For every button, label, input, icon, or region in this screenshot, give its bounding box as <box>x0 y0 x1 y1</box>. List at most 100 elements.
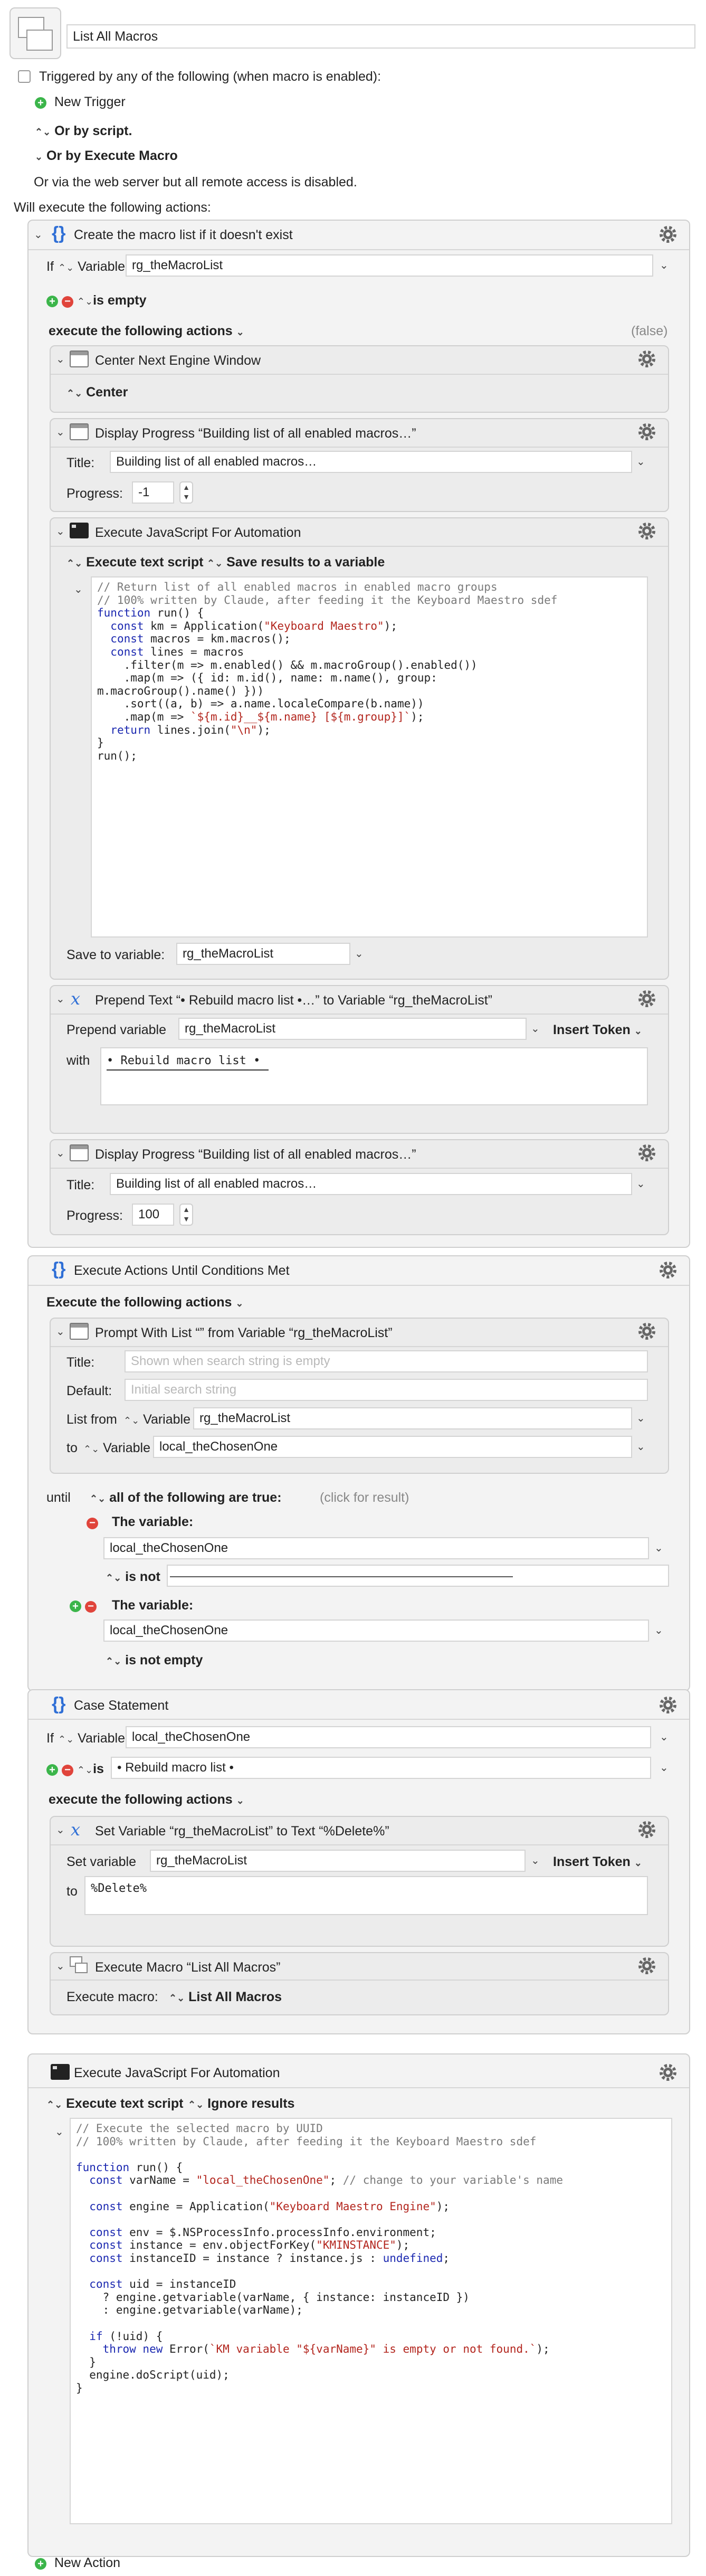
variable-type-popup[interactable]: ⌃⌄ Variable <box>58 259 125 276</box>
list-from-variable-field[interactable]: rg_theMacroList <box>193 1407 632 1429</box>
disclosure-chevron-icon[interactable]: ⌄ <box>56 1325 65 1338</box>
click-for-result[interactable]: (click for result) <box>320 1490 409 1505</box>
save-to-variable-field[interactable]: rg_theMacroList <box>176 943 350 965</box>
progress-field[interactable]: 100 <box>132 1204 174 1226</box>
progress-field[interactable]: -1 <box>132 481 174 504</box>
window-icon <box>70 351 89 367</box>
chevron-down-icon[interactable]: ⌄ <box>660 259 669 272</box>
condition-value-field[interactable] <box>167 1565 669 1587</box>
chevron-down-icon[interactable]: ⌄ <box>531 1854 540 1867</box>
insert-token-button[interactable]: Insert Token ⌄ <box>553 1854 642 1871</box>
gear-icon[interactable] <box>657 1694 679 1716</box>
chevron-down-icon[interactable]: ⌄ <box>636 1440 645 1453</box>
plus-icon[interactable]: + <box>46 1764 58 1776</box>
javascript-code-editor[interactable]: // Execute the selected macro by UUID //… <box>70 2118 672 2524</box>
condition-row[interactable]: + − ⌃⌄is empty <box>46 292 147 309</box>
or-by-execute-macro[interactable]: ⌄ Or by Execute Macro <box>35 148 178 165</box>
chevron-down-icon[interactable]: ⌄ <box>636 1412 645 1425</box>
plus-icon[interactable]: + <box>46 296 58 307</box>
case-variable-field[interactable]: local_theChosenOne <box>126 1726 651 1748</box>
ignore-results-popup[interactable]: ⌃⌄ Ignore results <box>188 2096 294 2113</box>
new-trigger-button[interactable]: + New Trigger <box>35 94 126 110</box>
gear-icon[interactable] <box>636 1955 657 1976</box>
disclosure-chevron-icon[interactable]: ⌄ <box>56 1823 65 1836</box>
case-value-field[interactable]: • Rebuild macro list • <box>111 1757 651 1779</box>
progress-title-field[interactable]: Building list of all enabled macros… <box>110 451 632 473</box>
gear-icon[interactable] <box>636 1819 657 1840</box>
save-results-popup[interactable]: ⌃⌄ Save results to a variable <box>207 554 385 571</box>
chevron-down-icon[interactable]: ⌄ <box>531 1022 540 1035</box>
condition-op-popup[interactable]: ⌃⌄ is not <box>106 1569 160 1586</box>
disclosure-chevron-icon[interactable]: ⌄ <box>74 583 83 596</box>
set-variable-text-field[interactable]: %Delete% <box>84 1876 648 1915</box>
gear-icon[interactable] <box>636 1142 657 1163</box>
minus-icon[interactable]: − <box>84 1601 97 1613</box>
disclosure-chevron-icon[interactable]: ⌄ <box>56 1959 65 1973</box>
disclosure-chevron-icon[interactable]: ⌄ <box>56 1147 65 1160</box>
prompt-default-placeholder: Initial search string <box>131 1382 237 1397</box>
gear-icon[interactable] <box>636 421 657 442</box>
progress-title-field[interactable]: Building list of all enabled macros… <box>110 1173 632 1195</box>
with-text-field[interactable]: • Rebuild macro list • <box>100 1047 648 1105</box>
chevron-down-icon[interactable]: ⌄ <box>636 1177 645 1190</box>
insert-token-button[interactable]: Insert Token ⌄ <box>553 1022 642 1039</box>
variable-type-popup[interactable]: ⌃⌄ Variable <box>123 1412 190 1428</box>
disclosure-chevron-icon[interactable]: ⌄ <box>56 992 65 1006</box>
macro-name-field[interactable]: List All Macros <box>66 24 695 49</box>
stepper-icon[interactable]: ▲ ▼ <box>179 1204 193 1226</box>
condition-variable-field[interactable]: local_theChosenOne <box>103 1620 649 1642</box>
new-action-button[interactable]: + New Action <box>35 2555 120 2571</box>
minus-icon[interactable]: − <box>61 296 73 308</box>
chevron-down-icon[interactable]: ⌄ <box>636 455 645 468</box>
condition-remove[interactable]: − <box>87 1514 98 1530</box>
curly-braces-icon: {} <box>52 1259 66 1279</box>
disclosure-chevron-icon[interactable]: ⌄ <box>34 228 43 241</box>
gear-icon[interactable] <box>657 224 679 245</box>
execute-text-script-popup[interactable]: ⌃⌄ Execute text script <box>46 2096 183 2113</box>
minus-icon[interactable]: − <box>61 1765 73 1776</box>
if-label: If <box>46 259 54 274</box>
disclosure-chevron-icon[interactable]: ⌄ <box>56 525 65 538</box>
trigger-checkbox[interactable] <box>18 70 31 83</box>
case-condition-row[interactable]: + − ⌃⌄is <box>46 1761 104 1778</box>
title-label: Title: <box>66 456 95 470</box>
prepend-variable-field[interactable]: rg_theMacroList <box>178 1018 527 1040</box>
stepper-icon[interactable]: ▲ ▼ <box>179 481 193 504</box>
variable-field[interactable]: rg_theMacroList <box>126 254 653 277</box>
gear-icon[interactable] <box>636 348 657 370</box>
macro-icon[interactable] <box>9 7 61 59</box>
disclosure-chevron-icon[interactable]: ⌄ <box>56 353 65 366</box>
chevron-down-icon[interactable]: ⌄ <box>654 1624 663 1637</box>
gear-icon[interactable] <box>657 1259 679 1281</box>
javascript-code-editor[interactable]: // Return list of all enabled macros in … <box>91 576 648 937</box>
minus-icon[interactable]: − <box>87 1518 98 1529</box>
disclosure-chevron-icon[interactable]: ⌄ <box>56 425 65 439</box>
gear-icon[interactable] <box>636 988 657 1009</box>
center-option-popup[interactable]: ⌃⌄ Center <box>66 384 128 401</box>
condition-op-popup[interactable]: ⌃⌄ is not empty <box>106 1652 203 1669</box>
condition-add-remove[interactable]: + − <box>70 1597 97 1613</box>
to-variable-field[interactable]: local_theChosenOne <box>153 1436 632 1458</box>
all-following-popup[interactable]: ⌃⌄ all of the following are true: <box>90 1490 282 1507</box>
chevron-down-icon[interactable]: ⌄ <box>660 1730 669 1744</box>
disclosure-chevron-icon[interactable]: ⌄ <box>55 2125 64 2138</box>
execute-actions-label: execute the following actions ⌄ <box>49 1792 244 1807</box>
chevron-down-icon[interactable]: ⌄ <box>660 1761 669 1774</box>
gear-icon[interactable] <box>657 2062 679 2083</box>
execute-macro-popup[interactable]: ⌃⌄ List All Macros <box>169 1989 282 2006</box>
execute-text-script-popup[interactable]: ⌃⌄ Execute text script <box>66 554 203 571</box>
chevron-down-icon[interactable]: ⌄ <box>654 1541 663 1555</box>
terminal-icon <box>51 2064 70 2080</box>
gear-icon[interactable] <box>636 1321 657 1342</box>
prompt-title-field[interactable]: Shown when search string is empty <box>125 1350 648 1372</box>
set-variable-field[interactable]: rg_theMacroList <box>150 1850 526 1872</box>
gear-icon[interactable] <box>636 520 657 542</box>
variable-type-popup[interactable]: ⌃⌄ Variable <box>58 1730 125 1747</box>
variable-type-popup[interactable]: ⌃⌄ Variable <box>83 1440 150 1457</box>
plus-icon[interactable]: + <box>70 1600 81 1612</box>
condition-variable-field[interactable]: local_theChosenOne <box>103 1537 649 1559</box>
terminal-icon <box>70 523 89 538</box>
prompt-default-field[interactable]: Initial search string <box>125 1379 648 1401</box>
chevron-down-icon[interactable]: ⌄ <box>355 947 364 960</box>
or-by-script[interactable]: ⌃⌄ Or by script. <box>35 123 132 140</box>
